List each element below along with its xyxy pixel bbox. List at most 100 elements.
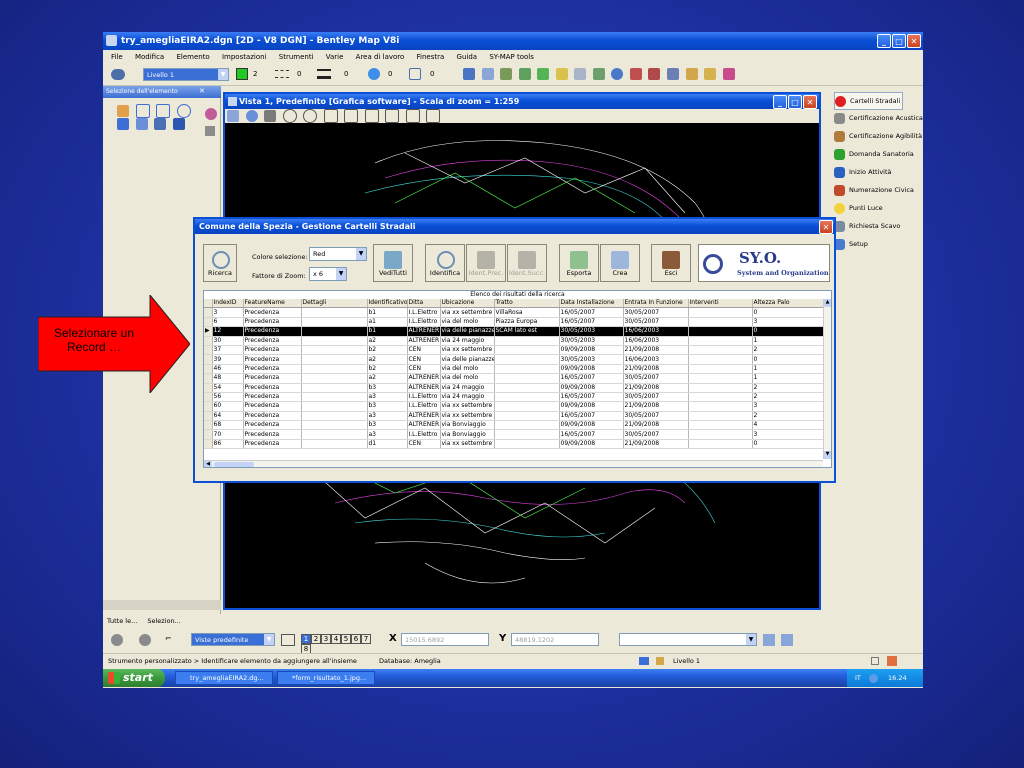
maximize-button[interactable]: □ [892,34,906,48]
identifica-button[interactable]: Identifica [425,244,465,282]
cell-identificativo[interactable]: d1 [367,439,408,450]
cell-ditta[interactable]: ALTRENER [407,411,441,422]
tool-certificazione-agibilita[interactable]: Certificazione Agibilità [834,128,922,144]
cell-entrata-in-funzione[interactable]: 16/06/2003 [623,326,689,337]
cell-indexid[interactable]: 86 [212,439,244,450]
window-area-icon[interactable] [323,109,338,123]
cell-ubicazione[interactable]: via del molo [440,317,495,328]
cell-ubicazione[interactable]: via xx settembre [440,411,495,422]
fit-view-icon[interactable] [344,109,359,123]
zoom-out-icon[interactable] [303,109,318,123]
cell-entrata-in-funzione[interactable]: 30/05/2007 [623,317,689,328]
cell-entrata-in-funzione[interactable]: 21/09/2008 [623,439,689,450]
cell-ditta[interactable]: ALTRENER [407,336,441,346]
cell-tratto[interactable] [494,429,560,440]
cell-entrata-in-funzione[interactable]: 30/05/2007 [623,373,689,384]
cell-tratto[interactable] [494,373,560,384]
tab-all[interactable]: Tutte le... [107,617,137,625]
cell-altezza-palo[interactable]: 2 [752,411,824,422]
cell-altezza-palo[interactable]: 1 [752,364,824,375]
cell-identificativo[interactable]: b3 [367,420,408,431]
cell-indexid[interactable]: 48 [212,373,244,384]
select-invert-icon[interactable] [172,118,185,130]
app-title-bar[interactable]: try_amegliaEIRA2.dgn [2D - V8 DGN] - Ben… [103,32,923,50]
view-2-button[interactable]: 2 [311,634,321,644]
network-icon[interactable] [868,673,878,683]
cell-entrata-in-funzione[interactable]: 30/05/2007 [623,307,689,318]
cell-identificativo[interactable]: a2 [367,354,408,365]
panel-close-icon[interactable]: ✕ [199,87,205,95]
cell-ditta[interactable]: CEN [407,364,441,375]
col-header-identificativo[interactable]: Identificativo [367,299,408,309]
clear-selection-icon[interactable] [205,108,217,120]
zoom-select[interactable]: x 6 ▼ [309,267,347,281]
cell-indexid[interactable]: 70 [212,429,244,440]
table-row[interactable]: 37 Precedenza b2 CEN via xx settembre 09/09/2… [204,345,824,356]
cell-featurename[interactable]: Precedenza [243,392,302,403]
cell-altezza-palo[interactable]: 2 [752,383,824,393]
cell-ubicazione[interactable]: via 24 maggio [440,383,495,393]
cell-ditta[interactable]: I.L.Elettro [407,317,441,328]
cell-tratto[interactable]: VillaRosa [494,307,560,318]
minimize-button[interactable]: _ [877,34,891,48]
reference-icon[interactable] [518,68,531,80]
table-row[interactable]: 39 Precedenza a2 CEN via delle pianazze 30/05… [204,354,824,365]
esci-button[interactable]: Esci [651,244,691,282]
cell-ubicazione[interactable]: via xx settembre [440,345,495,356]
cell-altezza-palo[interactable]: 4 [752,420,824,431]
cell-data-installazione[interactable]: 16/05/2007 [559,317,624,328]
select-circle-icon[interactable] [176,104,191,118]
cell-entrata-in-funzione[interactable]: 30/05/2007 [623,429,689,440]
forward-icon[interactable] [139,634,151,646]
cell-entrata-in-funzione[interactable]: 21/09/2008 [623,401,689,412]
cell-tratto[interactable] [494,401,560,412]
cell-interventi[interactable] [688,401,753,412]
cell-identificativo[interactable]: b3 [367,383,408,393]
cell-interventi[interactable] [688,364,753,375]
tool-numerazione-civica[interactable]: Numerazione Civica [834,182,914,198]
grid-icon[interactable] [629,68,642,80]
cell-identificativo[interactable]: a3 [367,411,408,422]
cell-entrata-in-funzione[interactable]: 16/06/2003 [623,336,689,346]
cell-data-installazione[interactable]: 09/09/2008 [559,420,624,431]
path-icon[interactable]: ⌐ [165,634,179,646]
rotate-view-icon[interactable] [364,109,379,123]
cell-altezza-palo[interactable]: 3 [752,429,824,440]
cell-identificativo[interactable]: a2 [367,336,408,346]
zoom-in-icon[interactable] [282,109,297,123]
cell-ubicazione[interactable]: via Bonviaggio [440,420,495,431]
cell-data-installazione[interactable]: 30/05/2003 [559,336,624,346]
undo-icon[interactable] [639,657,649,665]
col-header-ubicazione[interactable]: Ubicazione [440,299,495,309]
view-previous-icon[interactable] [405,109,420,123]
cell-data-installazione[interactable]: 16/05/2007 [559,373,624,384]
cell-altezza-palo[interactable]: 0 [752,439,824,450]
lock-status-icon[interactable] [656,657,664,665]
row-selector[interactable] [204,364,213,375]
cell-interventi[interactable] [688,317,753,328]
cell-interventi[interactable] [688,336,753,346]
cell-tratto[interactable] [494,439,560,450]
menu-finestra[interactable]: Finestra [417,53,445,61]
cell-data-installazione[interactable]: 16/05/2007 [559,307,624,318]
table-row[interactable]: 3 Precedenza b1 I.L.Elettro via xx settembre… [204,307,824,318]
raster-icon[interactable] [537,68,550,80]
cell-dettagli[interactable] [301,401,368,412]
cell-ditta[interactable]: CEN [407,439,441,450]
view-maximize-button[interactable]: □ [788,95,802,109]
cell-interventi[interactable] [688,420,753,431]
cell-identificativo[interactable]: b1 [367,326,408,337]
table-row[interactable]: 48 Precedenza a2 ALTRENER via del molo 16/05/… [204,373,824,384]
cell-tratto[interactable] [494,383,560,393]
row-selector[interactable] [204,317,213,328]
cell-indexid[interactable]: 12 [212,326,244,337]
cell-data-installazione[interactable]: 09/09/2008 [559,439,624,450]
cell-ubicazione[interactable]: via 24 maggio [440,336,495,346]
cell-interventi[interactable] [688,354,753,365]
cell-interventi[interactable] [688,411,753,422]
col-header-altezza-palo[interactable]: Altezza Palo [752,299,824,309]
col-header-interventi[interactable]: Interventi [688,299,753,309]
cell-dettagli[interactable] [301,345,368,356]
cell-identificativo[interactable]: a3 [367,429,408,440]
cell-identificativo[interactable]: b2 [367,364,408,375]
